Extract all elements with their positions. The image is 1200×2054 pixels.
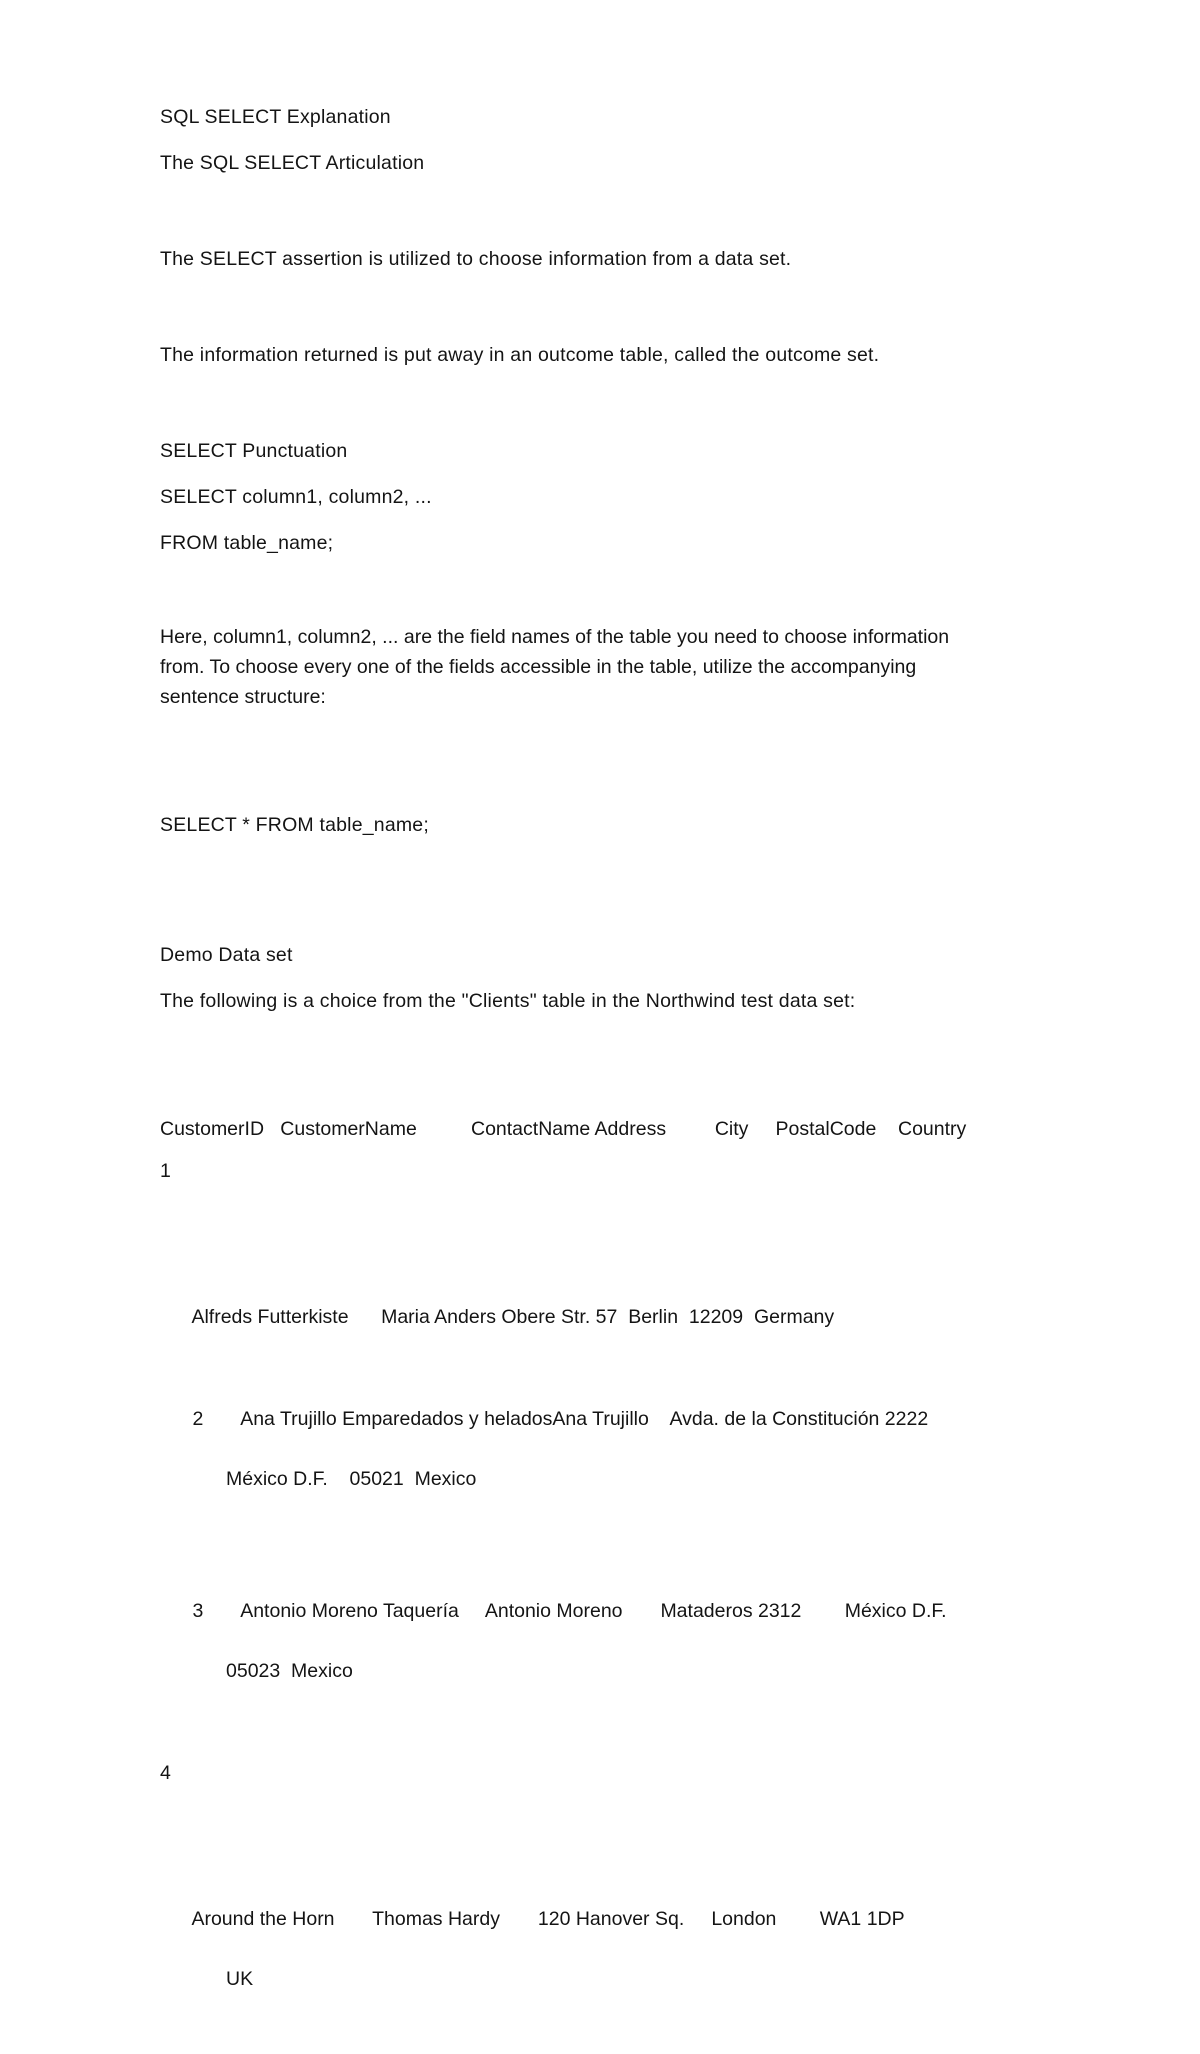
document-body: SQL SELECT Explanation The SQL SELECT Ar…	[160, 100, 1040, 2054]
table-row-2: 2 Ana Trujillo Emparedados y heladosAna …	[160, 1374, 1040, 1554]
table-row-4-continuation: UK	[226, 1968, 254, 1990]
syntax-line-select-columns: SELECT column1, column2, ...	[160, 486, 432, 508]
heading-demo-data-set: Demo Data set	[160, 944, 293, 966]
table-row-3: 3 Antonio Moreno Taquería Antonio Moreno…	[160, 1566, 1040, 1746]
table-row-1: Alfreds Futterkiste Maria Anders Obere S…	[160, 1272, 1040, 1362]
table-row-2-continuation: México D.F. 05021 Mexico	[226, 1468, 477, 1490]
heading-select-punctuation: SELECT Punctuation	[160, 440, 348, 462]
table-header-row: CustomerID CustomerName ContactName Addr…	[160, 1118, 967, 1140]
table-row-2-body: 2 Ana Trujillo Emparedados y heladosAna …	[192, 1408, 929, 1430]
syntax-line-select-star: SELECT * FROM table_name;	[160, 814, 429, 836]
table-row-4-id: 4	[160, 1762, 171, 1784]
table-row-1-id: 1	[160, 1160, 171, 1182]
syntax-line-from-table: FROM table_name;	[160, 532, 334, 554]
paragraph-demo-intro: The following is a choice from the "Clie…	[160, 990, 856, 1012]
paragraph-select-assertion: The SELECT assertion is utilized to choo…	[160, 248, 792, 270]
paragraph-field-names-line1: Here, column1, column2, ... are the fiel…	[160, 626, 950, 648]
table-row-3-continuation: 05023 Mexico	[226, 1660, 353, 1682]
table-row-4-body: Around the Horn Thomas Hardy 120 Hanover…	[191, 1908, 905, 1930]
paragraph-field-names-line2: from. To choose every one of the fields …	[160, 656, 917, 678]
table-row-4: Around the Horn Thomas Hardy 120 Hanover…	[160, 1874, 1040, 2054]
paragraph-field-names: Here, column1, column2, ... are the fiel…	[160, 622, 1030, 712]
page-title: SQL SELECT Explanation	[160, 106, 391, 128]
paragraph-outcome-set: The information returned is put away in …	[160, 344, 880, 366]
table-row-1-body: Alfreds Futterkiste Maria Anders Obere S…	[191, 1306, 835, 1328]
page-subtitle: The SQL SELECT Articulation	[160, 152, 425, 174]
document-page: SQL SELECT Explanation The SQL SELECT Ar…	[0, 0, 1200, 1990]
table-row-3-body: 3 Antonio Moreno Taquería Antonio Moreno…	[192, 1600, 947, 1622]
paragraph-field-names-line3: sentence structure:	[160, 686, 326, 708]
